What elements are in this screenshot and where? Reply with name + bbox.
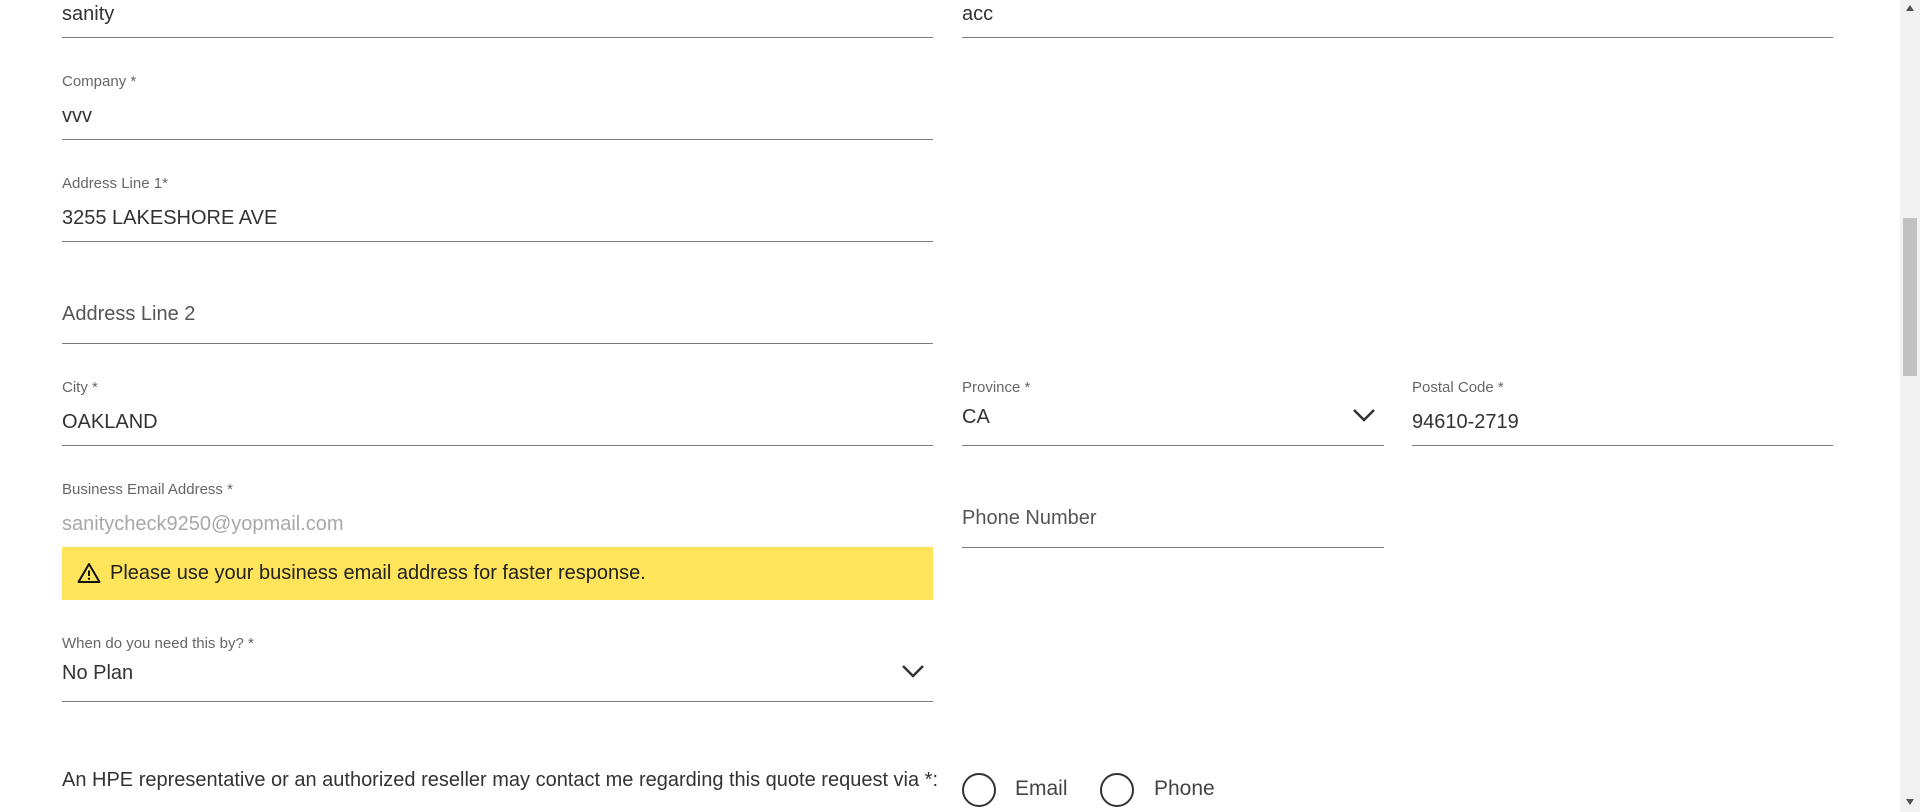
timeline-select[interactable]: When do you need this by? * No Plan: [62, 632, 933, 702]
postal-code-label: Postal Code *: [1412, 379, 1504, 396]
phone-number-field[interactable]: Phone Number: [962, 478, 1384, 548]
company-label: Company *: [62, 73, 137, 90]
vertical-scrollbar[interactable]: [1900, 0, 1920, 812]
city-value: OAKLAND: [62, 411, 158, 433]
address-line-1-value: 3255 LAKESHORE AVE: [62, 207, 278, 229]
scroll-down-arrow-icon[interactable]: [1905, 798, 1915, 806]
last-name-value: acc: [962, 3, 994, 25]
chevron-down-icon[interactable]: [901, 663, 925, 679]
address-line-1-field[interactable]: Address Line 1* 3255 LAKESHORE AVE: [62, 172, 933, 242]
scroll-up-arrow-icon[interactable]: [1905, 4, 1915, 12]
province-label: Province *: [962, 379, 1031, 396]
contact-email-label[interactable]: Email: [1015, 777, 1068, 801]
contact-phone-label[interactable]: Phone: [1154, 777, 1215, 801]
warning-text: Please use your business email address f…: [110, 562, 646, 584]
business-email-field[interactable]: Business Email Address * sanitycheck9250…: [62, 478, 933, 548]
province-value: CA: [962, 406, 990, 428]
address-line-1-label: Address Line 1*: [62, 175, 168, 192]
city-label: City *: [62, 379, 98, 396]
contact-phone-radio[interactable]: [1100, 773, 1134, 807]
phone-number-placeholder: Phone Number: [962, 507, 1097, 529]
address-line-2-placeholder: Address Line 2: [62, 303, 196, 325]
timeline-label: When do you need this by? *: [62, 635, 254, 652]
address-line-2-field[interactable]: Address Line 2: [62, 274, 933, 344]
province-select[interactable]: Province * CA: [962, 376, 1384, 446]
warning-triangle-icon: [77, 563, 101, 583]
quote-request-form: sanity acc Company * vvv Address Line 1*…: [0, 0, 1920, 812]
business-email-label: Business Email Address *: [62, 481, 233, 498]
postal-code-value: 94610-2719: [1412, 411, 1519, 433]
email-warning-banner: Please use your business email address f…: [62, 547, 933, 600]
scrollbar-thumb[interactable]: [1903, 218, 1917, 376]
contact-email-radio[interactable]: [962, 773, 996, 807]
first-name-field[interactable]: sanity: [62, 0, 933, 38]
postal-code-field[interactable]: Postal Code * 94610-2719: [1412, 376, 1833, 446]
chevron-down-icon[interactable]: [1352, 407, 1376, 423]
company-field[interactable]: Company * vvv: [62, 70, 933, 140]
last-name-field[interactable]: acc: [962, 0, 1833, 38]
company-value: vvv: [62, 105, 92, 127]
first-name-value: sanity: [62, 3, 115, 25]
contact-question: An HPE representative or an authorized r…: [62, 769, 939, 791]
timeline-value: No Plan: [62, 662, 134, 684]
business-email-value: sanitycheck9250@yopmail.com: [62, 513, 344, 535]
city-field[interactable]: City * OAKLAND: [62, 376, 933, 446]
